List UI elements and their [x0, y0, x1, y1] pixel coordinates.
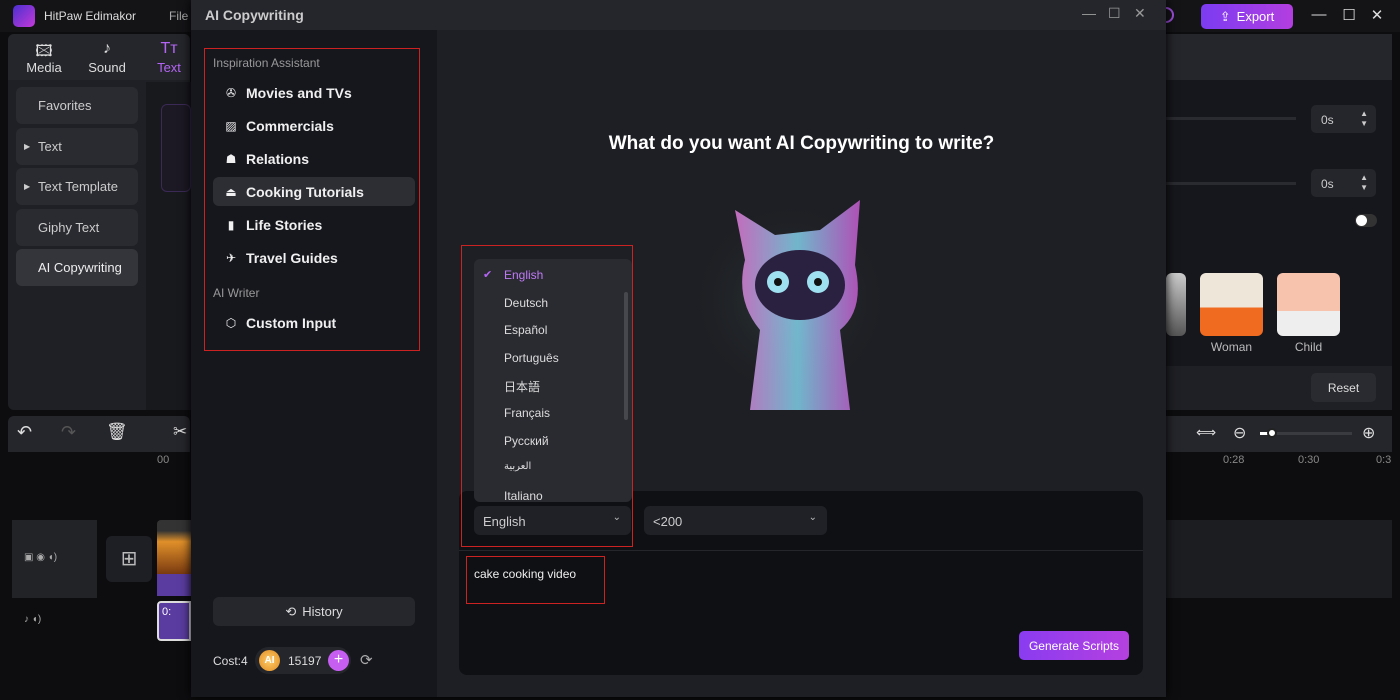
- item-custom-input[interactable]: ⬡ Custom Input: [213, 308, 415, 337]
- refresh-icon[interactable]: ⟳: [360, 651, 373, 669]
- tab-text[interactable]: Tт Text: [144, 40, 194, 75]
- item-relations[interactable]: ☗ Relations: [213, 144, 415, 173]
- track-lane: [1166, 520, 1392, 598]
- cost-label: Cost:4: [213, 654, 248, 668]
- avatar-label: Child: [1294, 340, 1323, 354]
- airplane-icon: ✈: [225, 250, 237, 265]
- fit-icon[interactable]: ⟺: [1196, 424, 1216, 441]
- undo-icon[interactable]: ↶: [17, 422, 32, 443]
- cat-illustration: [690, 200, 890, 410]
- scissors-icon[interactable]: ✂: [173, 422, 187, 442]
- export-button[interactable]: ⇪ Export: [1201, 4, 1293, 29]
- item-travel-guides[interactable]: ✈ Travel Guides: [213, 243, 415, 272]
- app-title: HitPaw Edimakor: [44, 9, 137, 23]
- avatar-child[interactable]: [1277, 273, 1340, 336]
- divider: [459, 550, 1143, 551]
- music-note-icon: ♪: [103, 40, 111, 57]
- section-ai-writer: AI Writer: [213, 286, 260, 300]
- app-logo: [13, 5, 35, 27]
- people-icon: ☗: [225, 151, 237, 166]
- reset-button[interactable]: Reset: [1311, 373, 1376, 402]
- ai-coin-icon: AI: [259, 650, 280, 671]
- category-text-template[interactable]: ▶ Text Template: [16, 168, 138, 205]
- expand-icon: ▶: [24, 142, 31, 151]
- avatar-man[interactable]: [1166, 273, 1186, 336]
- track-controls-icon[interactable]: ▣ ◉ ◖): [24, 552, 57, 563]
- redo-icon[interactable]: ↷: [61, 422, 76, 443]
- media-icon: 🖾: [35, 43, 53, 60]
- item-movies-and-tvs[interactable]: ✇ Movies and TVs: [213, 78, 415, 107]
- menu-file[interactable]: File: [169, 9, 188, 23]
- chart-icon: ▨: [225, 118, 237, 133]
- spinner-arrows-icon[interactable]: ▲ ▼: [1360, 109, 1368, 129]
- category-giphy-text[interactable]: Giphy Text: [16, 209, 138, 246]
- audio-clip[interactable]: 0:: [157, 601, 191, 641]
- highlight-box: [466, 556, 605, 604]
- expand-icon: ▶: [24, 182, 31, 191]
- length-select[interactable]: <200 ⌄: [644, 506, 827, 535]
- ruler-label: 00: [157, 454, 170, 466]
- dialog-title: AI Copywriting: [205, 7, 304, 23]
- highlight-box: [461, 245, 633, 547]
- tab-sound[interactable]: ♪ Sound: [82, 40, 132, 75]
- add-media-icon[interactable]: ⊞: [106, 536, 152, 582]
- minimize-icon[interactable]: —: [1082, 5, 1096, 21]
- generate-scripts-button[interactable]: Generate Scripts: [1019, 631, 1129, 660]
- dialog-titlebar: [191, 0, 1166, 30]
- properties-header: [1166, 34, 1392, 80]
- spinner-arrows-icon[interactable]: ▲ ▼: [1360, 173, 1368, 193]
- close-icon[interactable]: ✕: [1366, 6, 1388, 26]
- item-commercials[interactable]: ▨ Commercials: [213, 111, 415, 140]
- chevron-down-icon: ⌄: [808, 512, 817, 523]
- upload-icon: ⇪: [1219, 8, 1231, 24]
- credits-count: 15197: [288, 654, 322, 668]
- section-inspiration-assistant: Inspiration Assistant: [213, 56, 320, 70]
- delete-icon[interactable]: 🗑: [106, 422, 128, 442]
- category-ai-copywriting[interactable]: AI Copywriting: [16, 249, 138, 286]
- category-text[interactable]: ▶ Text: [16, 128, 138, 165]
- duration-spinner[interactable]: 0s ▲ ▼: [1311, 105, 1376, 133]
- duration-spinner[interactable]: 0s ▲ ▼: [1311, 169, 1376, 197]
- maximize-icon[interactable]: ☐: [1108, 5, 1121, 22]
- template-thumbnail[interactable]: [161, 104, 191, 192]
- slider-track[interactable]: [1166, 117, 1296, 120]
- slider-track[interactable]: [1166, 182, 1296, 185]
- minimize-icon[interactable]: —: [1308, 6, 1330, 26]
- film-reel-icon: ✇: [225, 85, 237, 100]
- zoom-out-icon[interactable]: ⊖: [1233, 423, 1246, 443]
- history-icon: ⟲: [285, 603, 297, 619]
- close-icon[interactable]: ✕: [1134, 5, 1146, 22]
- prompt-heading: What do you want AI Copywriting to write…: [608, 133, 995, 154]
- item-cooking-tutorials[interactable]: ⏏ Cooking Tutorials: [213, 177, 415, 206]
- cloche-icon: ⏏: [225, 184, 237, 199]
- hexagon-icon: ⬡: [225, 315, 237, 330]
- maximize-icon[interactable]: ☐: [1338, 6, 1360, 26]
- text-icon: Tт: [160, 40, 178, 57]
- edit-toolbar: [8, 416, 190, 452]
- ruler-label: 0:28: [1223, 454, 1245, 466]
- avatar-label: Woman: [1210, 340, 1253, 354]
- tab-media[interactable]: 🖾 Media: [19, 40, 69, 75]
- history-button[interactable]: ⟲ History: [213, 597, 415, 626]
- zoom-in-icon[interactable]: ⊕: [1362, 423, 1375, 443]
- video-clip[interactable]: [157, 520, 191, 574]
- audio-track-controls-icon[interactable]: ♪ ◖): [24, 614, 41, 625]
- category-favorites[interactable]: Favorites: [16, 87, 138, 124]
- item-life-stories[interactable]: ▮ Life Stories: [213, 210, 415, 239]
- add-credits-button[interactable]: +: [328, 650, 349, 671]
- video-clip-bar[interactable]: [157, 574, 191, 596]
- ruler-label: 0:3: [1376, 454, 1392, 466]
- book-icon: ▮: [227, 217, 235, 232]
- avatar-woman[interactable]: [1200, 273, 1263, 336]
- ruler-label: 0:30: [1298, 454, 1320, 466]
- toggle-switch[interactable]: [1355, 214, 1377, 227]
- zoom-slider[interactable]: [1260, 428, 1352, 438]
